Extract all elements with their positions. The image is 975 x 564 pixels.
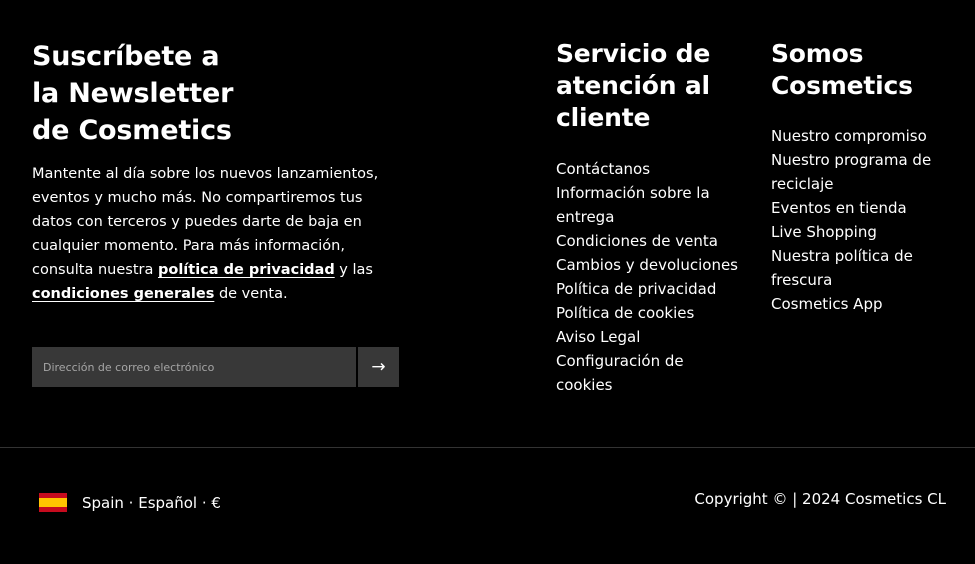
customer-service-title-line: atención al	[556, 71, 710, 100]
list-item: Nuestra política de frescura	[771, 244, 941, 292]
newsletter-form: →	[32, 347, 399, 387]
locale-selector[interactable]: Spain · Español · €	[39, 493, 221, 512]
privacy-policy-link[interactable]: política de privacidad	[158, 262, 335, 278]
privacy-link[interactable]: Política de privacidad	[556, 280, 716, 298]
list-item: Nuestro compromiso	[771, 124, 941, 148]
newsletter-title-line: Suscríbete a	[32, 41, 220, 72]
email-input[interactable]	[32, 347, 356, 387]
about-title: Somos Cosmetics	[771, 38, 941, 102]
customer-service-title-line: Servicio de	[556, 39, 711, 68]
customer-service-links: Contáctanos Información sobre la entrega…	[556, 157, 741, 397]
list-item: Live Shopping	[771, 220, 941, 244]
list-item: Contáctanos	[556, 157, 741, 181]
locale-label: Spain · Español · €	[82, 493, 221, 512]
sale-conditions-link[interactable]: Condiciones de venta	[556, 232, 718, 250]
about-column: Somos Cosmetics Nuestro compromiso Nuest…	[771, 38, 941, 316]
store-events-link[interactable]: Eventos en tienda	[771, 199, 907, 217]
contact-link[interactable]: Contáctanos	[556, 160, 650, 178]
newsletter-description-text: de venta.	[214, 286, 288, 302]
list-item: Política de cookies	[556, 301, 741, 325]
customer-service-title-line: cliente	[556, 103, 651, 132]
newsletter-submit-button[interactable]: →	[358, 347, 399, 387]
newsletter-description-text: y las	[334, 262, 373, 278]
terms-conditions-link[interactable]: condiciones generales	[32, 286, 214, 302]
cookie-settings-link[interactable]: Configuración de cookies	[556, 352, 684, 394]
copyright-text: Copyright © | 2024 Cosmetics CL	[694, 490, 946, 508]
spain-flag-icon	[39, 493, 67, 512]
recycling-program-link[interactable]: Nuestro programa de reciclaje	[771, 151, 931, 193]
about-title-line: Cosmetics	[771, 71, 913, 100]
commitment-link[interactable]: Nuestro compromiso	[771, 127, 927, 145]
delivery-info-link[interactable]: Información sobre la entrega	[556, 184, 710, 226]
footer-page: Suscríbete a la Newsletter de Cosmetics …	[0, 0, 975, 564]
newsletter-title-line: de Cosmetics	[32, 115, 232, 146]
about-links: Nuestro compromiso Nuestro programa de r…	[771, 124, 941, 316]
customer-service-title: Servicio de atención al cliente	[556, 38, 741, 134]
list-item: Eventos en tienda	[771, 196, 941, 220]
about-title-line: Somos	[771, 39, 864, 68]
cookie-policy-link[interactable]: Política de cookies	[556, 304, 694, 322]
live-shopping-link[interactable]: Live Shopping	[771, 223, 877, 241]
customer-service-column: Servicio de atención al cliente Contácta…	[556, 38, 741, 397]
newsletter-section: Suscríbete a la Newsletter de Cosmetics …	[32, 38, 402, 321]
list-item: Configuración de cookies	[556, 349, 741, 397]
freshness-policy-link[interactable]: Nuestra política de frescura	[771, 247, 913, 289]
list-item: Aviso Legal	[556, 325, 741, 349]
newsletter-title-line: la Newsletter	[32, 78, 234, 109]
arrow-right-icon: →	[371, 357, 386, 377]
list-item: Cosmetics App	[771, 292, 941, 316]
app-link[interactable]: Cosmetics App	[771, 295, 883, 313]
footer-divider	[0, 447, 975, 448]
list-item: Política de privacidad	[556, 277, 741, 301]
legal-notice-link[interactable]: Aviso Legal	[556, 328, 640, 346]
list-item: Cambios y devoluciones	[556, 253, 741, 277]
returns-link[interactable]: Cambios y devoluciones	[556, 256, 738, 274]
newsletter-description: Mantente al día sobre los nuevos lanzami…	[32, 162, 404, 306]
list-item: Información sobre la entrega	[556, 181, 741, 229]
newsletter-title: Suscríbete a la Newsletter de Cosmetics	[32, 38, 402, 149]
list-item: Condiciones de venta	[556, 229, 741, 253]
list-item: Nuestro programa de reciclaje	[771, 148, 941, 196]
